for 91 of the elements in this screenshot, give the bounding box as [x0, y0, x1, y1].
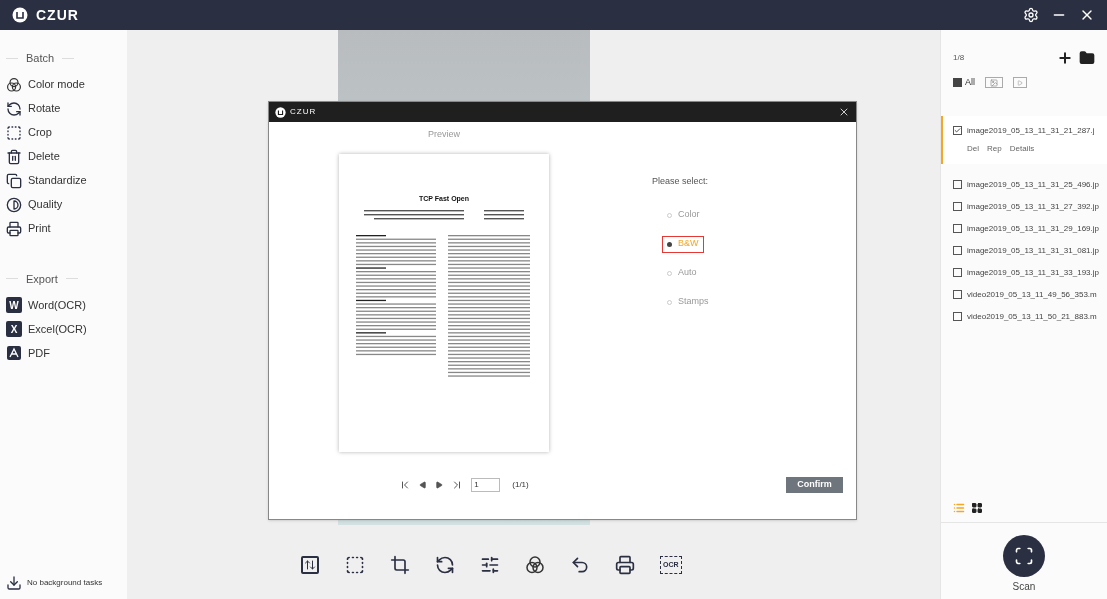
sidebar-item[interactable]: Delete [6, 144, 60, 169]
file-item[interactable]: image2019_05_13_11_31_31_081.jp [941, 239, 1107, 262]
pdf-icon [6, 345, 22, 361]
section-heading: Export [26, 271, 58, 287]
checkbox[interactable] [953, 312, 962, 321]
background-tasks-status: No background tasks [27, 577, 103, 589]
color-circles-icon [6, 76, 22, 93]
sidebar-item[interactable]: Rotate [6, 96, 61, 121]
file-action-link[interactable]: Del [967, 142, 979, 155]
rotate-icon [435, 555, 455, 575]
sidebar-item[interactable]: Color mode [6, 72, 85, 97]
sidebar-item[interactable]: W Word(OCR) [6, 293, 86, 317]
file-item[interactable]: image2019_05_13_11_31_29_169.jp [941, 217, 1107, 240]
picture-icon [990, 78, 998, 87]
sidebar-item[interactable]: Print [6, 216, 51, 241]
filter-all-button[interactable]: All [953, 76, 975, 90]
file-item[interactable]: video2019_05_13_11_49_56_353.m [941, 283, 1107, 306]
fit-height-icon [301, 556, 319, 574]
checkbox[interactable] [953, 290, 962, 299]
printer-icon [6, 220, 22, 237]
folder-icon[interactable] [1079, 50, 1095, 66]
file-item[interactable]: image2019_05_13_11_31_33_193.jp [941, 261, 1107, 284]
sidebar-item[interactable]: Standardize [6, 168, 87, 193]
sidebar-item[interactable]: X Excel(OCR) [6, 317, 87, 341]
sliders-icon [480, 555, 500, 575]
file-item[interactable]: image2019_05_13_11_31_21_287.j Del Rep Details [941, 115, 1107, 164]
file-action-link[interactable]: Details [1009, 142, 1035, 155]
scan-button[interactable] [1003, 535, 1045, 577]
file-name: image2019_05_13_11_31_21_287.j [967, 124, 1095, 137]
close-icon[interactable] [838, 106, 850, 118]
checkbox[interactable] [953, 180, 962, 189]
dialog-title: CZUR [290, 106, 317, 118]
crop-frame-icon [6, 124, 22, 141]
play-icon [1017, 79, 1023, 86]
toolbar-button[interactable] [345, 555, 365, 575]
app-title: CZUR [36, 5, 79, 25]
toolbar-button[interactable] [525, 555, 545, 575]
file-name: image2019_05_13_11_31_29_169.jp [967, 222, 1099, 235]
checkbox[interactable] [953, 224, 962, 233]
page-count: (1/1) [512, 478, 529, 491]
file-name: image2019_05_13_11_31_33_193.jp [967, 266, 1099, 279]
add-icon[interactable] [1057, 50, 1073, 66]
scan-label: Scan [1012, 580, 1036, 594]
file-item[interactable]: video2019_05_13_11_50_21_883.m [941, 305, 1107, 328]
toolbar-button[interactable] [480, 555, 500, 575]
checkbox[interactable] [953, 268, 962, 277]
trash-icon [6, 148, 22, 165]
undo-icon [570, 555, 590, 575]
crop-icon [390, 555, 410, 575]
scan-frame-icon [1014, 546, 1034, 566]
file-item[interactable]: image2019_05_13_11_31_27_392.jp [941, 195, 1107, 218]
checkbox[interactable] [953, 202, 962, 211]
section-heading: Batch [26, 51, 55, 66]
file-count: 1/8 [953, 52, 965, 64]
sidebar-item[interactable]: PDF [6, 341, 50, 365]
color-circles-icon [525, 555, 545, 575]
select-area-icon [345, 555, 365, 575]
logo-icon [12, 7, 28, 23]
logo-icon [275, 106, 286, 118]
sidebar-item[interactable]: Quality [6, 192, 63, 217]
check-icon [954, 127, 961, 134]
grid-view-icon[interactable] [971, 502, 983, 514]
file-name: image2019_05_13_11_31_31_081.jp [967, 244, 1099, 257]
pages-icon [6, 172, 22, 189]
file-name: video2019_05_13_11_50_21_883.m [967, 310, 1097, 323]
page-number-field[interactable]: 1 [471, 477, 501, 492]
toolbar-button[interactable] [390, 555, 410, 575]
file-name: video2019_05_13_11_49_56_353.m [967, 288, 1097, 301]
toolbar-button[interactable] [570, 555, 590, 575]
toolbar-button[interactable] [300, 555, 320, 575]
file-action-link[interactable]: Rep [987, 142, 1002, 155]
preview-heading: Preview [428, 128, 460, 141]
checkbox[interactable] [953, 126, 962, 135]
select-prompt: Please select: [652, 175, 710, 188]
printer-icon [615, 555, 635, 575]
file-name: image2019_05_13_11_31_25_496.jp [967, 178, 1099, 191]
file-name: image2019_05_13_11_31_27_392.jp [967, 200, 1099, 213]
toolbar-button[interactable] [615, 555, 635, 575]
next-page-icon[interactable] [435, 480, 444, 489]
contrast-icon [6, 196, 22, 213]
rotate-icon [6, 100, 22, 117]
download-tray-icon [6, 575, 22, 591]
word-icon: W [6, 297, 22, 313]
toolbar-button[interactable] [435, 555, 455, 575]
file-item[interactable]: image2019_05_13_11_31_25_496.jp [941, 173, 1107, 196]
confirm-button[interactable]: Confirm [786, 477, 843, 493]
checkbox[interactable] [953, 246, 962, 255]
settings-icon[interactable] [1023, 7, 1039, 23]
excel-icon: X [6, 321, 22, 337]
previous-page-icon[interactable] [419, 480, 428, 489]
sidebar-item[interactable]: Crop [6, 120, 52, 145]
